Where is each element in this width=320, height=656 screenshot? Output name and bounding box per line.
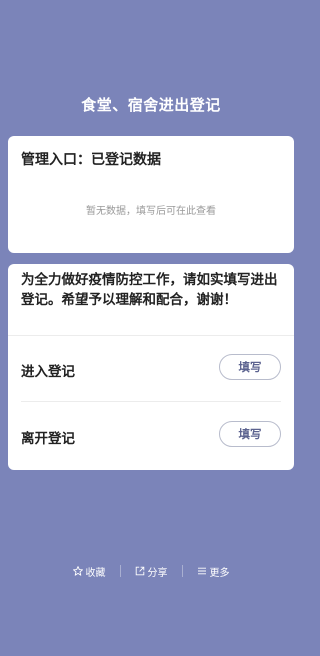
page-title: 食堂、宿舍进出登记 xyxy=(81,96,221,114)
leave-register-row: 离开登记 填写 xyxy=(8,403,294,469)
empty-data-hint: 暂无数据，填写后可在此查看 xyxy=(86,206,216,217)
notice-text: 为全力做好疫情防控工作，请如实填写进出登记。希望予以理解和配合，谢谢！ xyxy=(21,272,278,308)
star-icon xyxy=(72,566,83,576)
admin-entry-card[interactable]: 管理入口：已登记数据 暂无数据，填写后可在此查看 xyxy=(8,136,294,253)
enter-fill-button[interactable]: 填写 xyxy=(219,354,281,380)
admin-entry-header[interactable]: 管理入口：已登记数据 xyxy=(21,149,161,169)
more-button[interactable]: 更多 xyxy=(183,564,244,579)
share-icon xyxy=(135,566,144,576)
enter-register-label: 进入登记 xyxy=(21,364,75,380)
footer-bar: 收藏 分享 更多 xyxy=(0,563,302,579)
leave-fill-button[interactable]: 填写 xyxy=(219,421,281,447)
favorite-button[interactable]: 收藏 xyxy=(59,564,120,579)
divider xyxy=(21,401,281,402)
leave-register-label: 离开登记 xyxy=(21,431,75,447)
share-label: 分享 xyxy=(147,567,168,579)
register-card: 为全力做好疫情防控工作，请如实填写进出登记。希望予以理解和配合，谢谢！ 进入登记… xyxy=(8,264,294,470)
favorite-label: 收藏 xyxy=(85,567,106,579)
menu-icon xyxy=(197,567,206,575)
more-label: 更多 xyxy=(209,567,230,579)
enter-register-row: 进入登记 填写 xyxy=(8,336,294,402)
share-button[interactable]: 分享 xyxy=(121,564,182,579)
